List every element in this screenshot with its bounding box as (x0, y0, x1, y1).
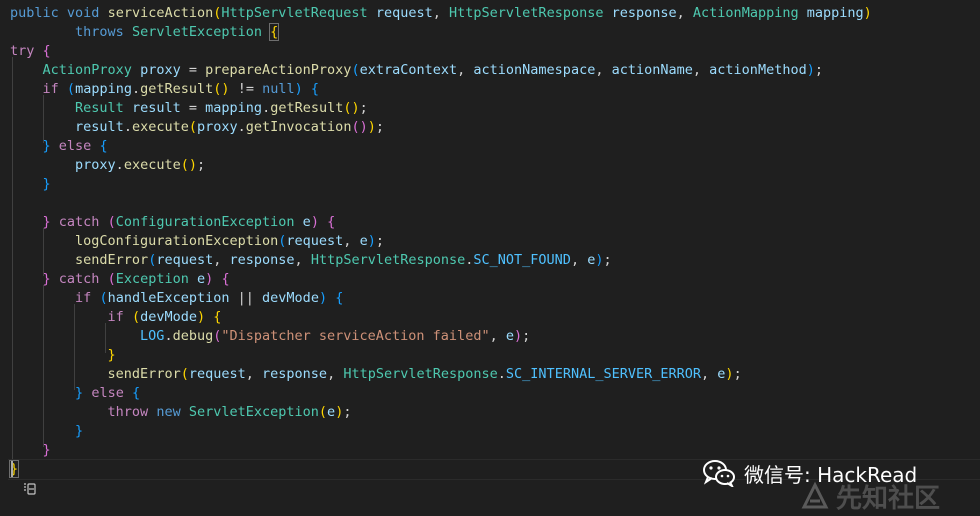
code-line: sendError(request, response, HttpServlet… (107, 366, 742, 382)
site-watermark: 先知社区 (800, 478, 970, 514)
code-line: } catch (ConfigurationException e) { (42, 214, 336, 230)
wechat-icon (703, 460, 735, 487)
code-line: try { (10, 43, 51, 59)
site-name-text: 先知社区 (836, 483, 941, 514)
code-line: } (42, 176, 51, 192)
code-line: if (mapping.getResult() != null) { (42, 81, 320, 97)
code-line: result.execute(proxy.getInvocation()); (75, 119, 385, 135)
code-line: LOG.debug("Dispatcher serviceAction fail… (140, 328, 531, 344)
code-line: public void serviceAction(HttpServletReq… (10, 5, 872, 21)
code-line: throw new ServletException(e); (107, 404, 352, 420)
code-line: if (handleException || devMode) { (75, 290, 344, 306)
text-cursor (11, 461, 13, 477)
code-line: } catch (Exception e) { (42, 271, 230, 287)
code-line: throws ServletException { (75, 23, 280, 41)
code-line: } (107, 347, 116, 363)
code-line: sendError(request, response, HttpServlet… (75, 252, 612, 268)
code-line: } else { (75, 385, 141, 401)
code-line: Result result = mapping.getResult(); (75, 100, 368, 116)
code-line: } (42, 442, 51, 458)
code-editor[interactable]: public void serviceAction(HttpServletReq… (0, 0, 980, 516)
code-line: logConfigurationException(request, e); (75, 233, 384, 249)
code-line: } else { (42, 138, 108, 154)
code-line: ActionProxy proxy = prepareActionProxy(e… (42, 62, 823, 78)
xianzhi-logo-icon (801, 481, 829, 509)
code-line: if (devMode) { (107, 309, 222, 325)
list-indent-icon[interactable] (22, 481, 38, 497)
code-line: } (75, 423, 84, 439)
code-line: proxy.execute(); (75, 157, 206, 173)
